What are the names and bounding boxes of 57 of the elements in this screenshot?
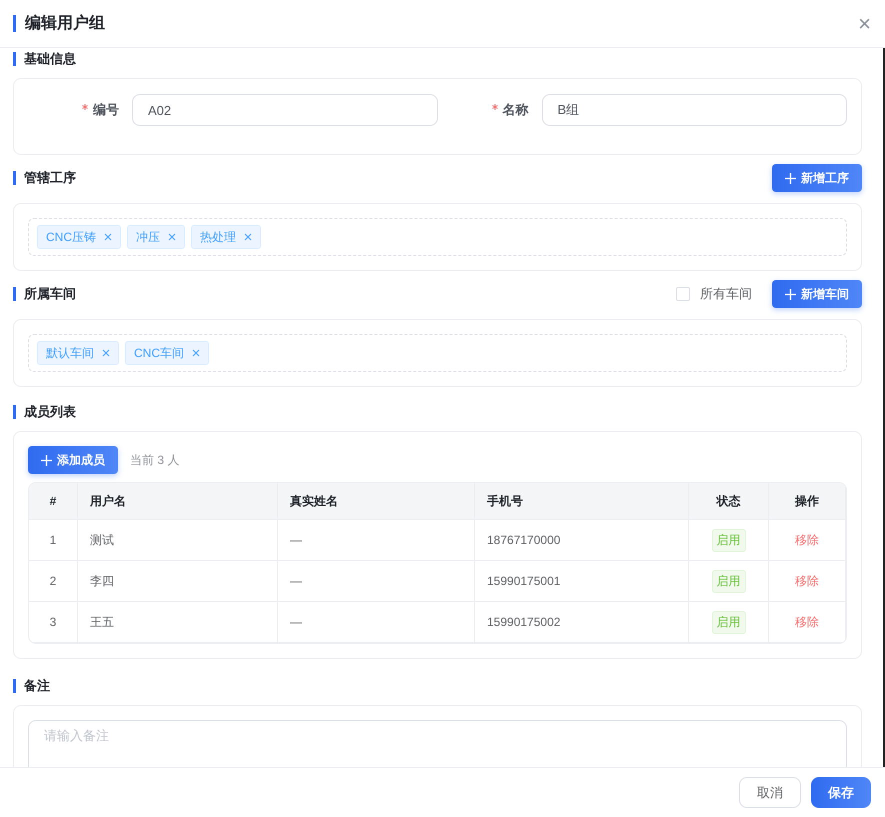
all-workshops-checkbox[interactable]: 所有车间 <box>676 285 752 303</box>
tag-remove-button[interactable] <box>104 233 112 241</box>
table-cell: 王五 <box>90 614 114 630</box>
table-cell: 测试 <box>90 532 114 548</box>
status-tag: 启用 <box>712 570 746 592</box>
column-header: 用户名 <box>78 483 278 520</box>
section-title: 备注 <box>13 679 50 693</box>
close-button[interactable]: × <box>854 12 875 34</box>
tag-label: CNC压铸 <box>46 228 96 246</box>
input-field[interactable]: B组 <box>542 94 847 126</box>
checkbox[interactable] <box>676 287 690 301</box>
column-header: # <box>29 483 78 520</box>
save-button[interactable]: 保存 <box>811 777 871 808</box>
status-tag: 启用 <box>712 528 746 552</box>
table-cell: 李四 <box>90 572 114 590</box>
field-label: 名称 <box>438 101 542 119</box>
field-label: 编号 <box>28 101 132 119</box>
cancel-button[interactable]: 取消 <box>739 777 801 808</box>
table-cell: 18767170000 <box>487 533 560 547</box>
section-title: 管辖工序 <box>13 171 76 185</box>
table-cell: 15990175002 <box>487 615 560 629</box>
tag-label: CNC车间 <box>134 344 184 362</box>
column-header: 状态 <box>689 483 769 520</box>
remark-field[interactable]: 请输入备注 <box>28 720 847 767</box>
plus-icon <box>785 172 796 184</box>
column-header: 手机号 <box>475 483 689 520</box>
tag-remove-button[interactable] <box>192 349 200 357</box>
tag-remove-button[interactable] <box>168 233 176 241</box>
section-title: 所属车间 <box>13 287 76 301</box>
tag-label: 冲压 <box>136 228 160 246</box>
table-cell: — <box>290 615 302 629</box>
section-title: 基础信息 <box>13 52 76 66</box>
column-header: 真实姓名 <box>278 483 475 520</box>
tag-label: 默认车间 <box>46 344 94 362</box>
tag-label: 热处理 <box>200 228 236 246</box>
table-cell: — <box>290 574 302 588</box>
status-tag: 启用 <box>712 610 746 634</box>
input-field[interactable]: A02 <box>132 94 438 126</box>
table-cell: — <box>290 533 302 547</box>
tag-remove-button[interactable] <box>244 233 252 241</box>
section-title: 成员列表 <box>13 405 76 419</box>
remove-link[interactable]: 移除 <box>789 612 825 632</box>
tag-remove-button[interactable] <box>102 349 110 357</box>
member-count: 当前 3 人 <box>130 452 180 468</box>
dialog-title: 编辑用户组 <box>13 15 105 32</box>
table-cell: 1 <box>50 533 56 547</box>
add-process-button[interactable]: 新增工序 <box>772 164 862 192</box>
table-cell: 2 <box>50 574 56 588</box>
add-member-button[interactable]: 添加成员 <box>28 446 118 474</box>
plus-icon <box>41 454 52 466</box>
column-header: 操作 <box>769 483 846 520</box>
table-cell: 3 <box>50 615 56 629</box>
table-cell: 15990175001 <box>487 574 560 588</box>
add-workshop-button[interactable]: 新增车间 <box>772 280 862 308</box>
plus-icon <box>785 288 796 300</box>
remove-link[interactable]: 移除 <box>789 572 825 590</box>
remove-link[interactable]: 移除 <box>789 530 825 550</box>
